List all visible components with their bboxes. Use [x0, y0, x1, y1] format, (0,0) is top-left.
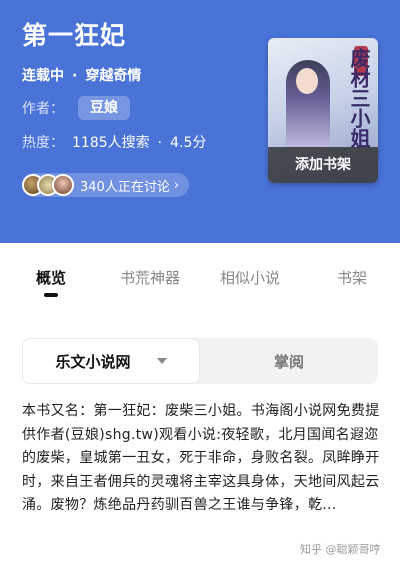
search-count: 1185人搜索: [72, 135, 150, 151]
author-chip[interactable]: 豆娘: [78, 96, 130, 120]
cover-title: 废材三小姐: [347, 48, 371, 148]
watermark: 知乎 @聪颖哥哼: [300, 543, 381, 556]
heat-separator: ·: [157, 135, 163, 151]
chevron-right-icon: ›: [173, 177, 180, 193]
heat-row: 热度： 1185人搜索 · 4.5分: [22, 132, 206, 152]
author-row: 作者： 豆娘: [22, 96, 130, 120]
tab-overview[interactable]: 概览: [36, 267, 66, 288]
source-selector: 乐文小说网 掌阅: [22, 338, 378, 384]
avatar: [52, 174, 74, 196]
meta-separator: ·: [72, 68, 78, 84]
discussion-button[interactable]: 340人正在讨论 ›: [22, 173, 190, 197]
tab-bar: 概览 书荒神器 相似小说 书架: [0, 243, 400, 313]
tab-book-finder[interactable]: 书荒神器: [120, 267, 180, 288]
source-selected-label: 乐文小说网: [55, 352, 131, 371]
book-score: 4.5分: [170, 135, 207, 151]
add-to-shelf-button[interactable]: 添加书架: [268, 147, 378, 183]
avatar-group: [22, 174, 74, 196]
active-tab-indicator: [44, 293, 58, 297]
book-status: 连载中: [22, 68, 64, 84]
book-genre: 穿越奇情: [85, 68, 142, 84]
cover-illustration-face: [296, 68, 318, 94]
discussion-count: 340人正在讨论: [80, 179, 170, 195]
heat-label: 热度：: [22, 135, 64, 151]
author-label: 作者：: [22, 101, 64, 117]
source-option-selected[interactable]: 乐文小说网: [22, 338, 200, 384]
tab-bookshelf[interactable]: 书架: [337, 267, 367, 288]
book-description: 本书又名：第一狂妃：废柴三小姐。书海阁小说网免费提供作者(豆娘)shg.tw)观…: [22, 403, 380, 513]
book-title: 第一狂妃: [22, 21, 127, 50]
book-header: 第一狂妃 连载中 · 穿越奇情 作者： 豆娘 热度： 1185人搜索 · 4.5分 340…: [0, 0, 400, 243]
tab-similar-novels[interactable]: 相似小说: [220, 267, 280, 288]
caret-down-icon: [156, 358, 167, 364]
source-option-zhangyue[interactable]: 掌阅: [200, 338, 378, 384]
book-meta: 连载中 · 穿越奇情: [22, 65, 141, 85]
book-cover[interactable]: 废材三小姐 添加书架: [268, 38, 378, 183]
